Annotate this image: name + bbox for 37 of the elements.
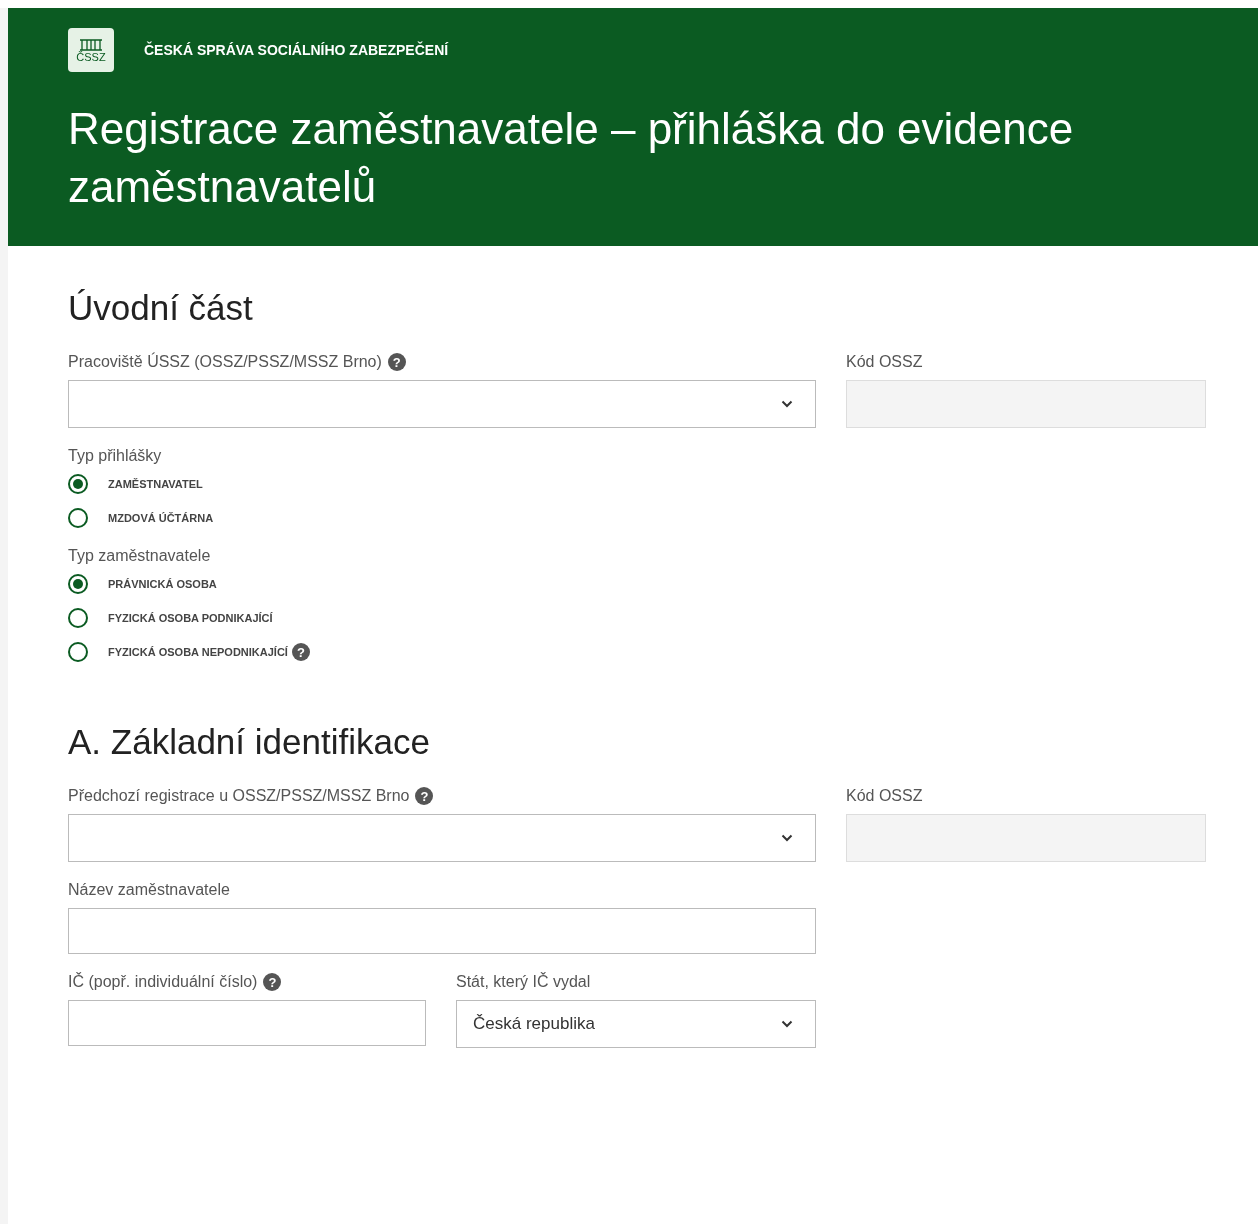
radio-button[interactable] — [68, 642, 88, 662]
field-label: Kód OSSZ — [846, 353, 923, 371]
input-field[interactable] — [68, 908, 816, 954]
radio-label[interactable]: PRÁVNICKÁ OSOBA — [108, 578, 217, 590]
input-field[interactable] — [68, 1000, 426, 1046]
radio-label[interactable]: MZDOVÁ ÚČTÁRNA — [108, 512, 214, 524]
radio-button[interactable] — [68, 474, 88, 494]
help-icon[interactable]: ? — [415, 787, 434, 805]
field-label: Pracoviště ÚSSZ (OSSZ/PSSZ/MSSZ Brno) — [68, 353, 382, 371]
select-field[interactable] — [68, 380, 816, 428]
help-icon[interactable]: ? — [387, 353, 406, 371]
radio-label[interactable]: FYZICKÁ OSOBA PODNIKAJÍCÍ — [108, 612, 273, 624]
section-heading: A. Základní identifikace — [68, 722, 431, 762]
radio-button[interactable] — [68, 508, 88, 528]
select-field[interactable] — [68, 814, 816, 862]
radio-button[interactable] — [68, 574, 88, 594]
help-icon[interactable]: ? — [291, 643, 310, 661]
field-label: Kód OSSZ — [846, 787, 923, 805]
radio-label[interactable]: FYZICKÁ OSOBA NEPODNIKAJÍCÍ — [108, 646, 288, 658]
logo[interactable]: ČSSZ — [68, 28, 114, 72]
radio-button[interactable] — [68, 608, 88, 628]
agency-name: ČESKÁ SPRÁVA SOCIÁLNÍHO ZABEZPEČENÍ — [144, 42, 449, 58]
help-icon[interactable]: ? — [263, 973, 282, 991]
select-value: Česká republika — [473, 1014, 595, 1034]
section-heading: Úvodní část — [68, 288, 254, 328]
radio-label[interactable]: ZAMĚSTNAVATEL — [108, 478, 203, 490]
field-label: IČ (popř. individuální číslo) — [68, 973, 258, 991]
field-label: Předchozí registrace u OSSZ/PSSZ/MSSZ Brno — [68, 787, 410, 805]
chevron-down-icon — [781, 834, 793, 842]
chevron-down-icon — [781, 1020, 793, 1028]
field-label: Typ přihlášky — [68, 447, 162, 465]
chevron-down-icon — [781, 400, 793, 408]
field-label: Typ zaměstnavatele — [68, 547, 211, 565]
select-field[interactable]: Česká republika — [456, 1000, 816, 1048]
page-title: Registrace zaměstnavatele – přihláška do evidence zaměstnavatelů — [68, 103, 1075, 213]
field-label: Stát, který IČ vydal — [456, 973, 591, 991]
field-label: Název zaměstnavatele — [68, 881, 230, 899]
